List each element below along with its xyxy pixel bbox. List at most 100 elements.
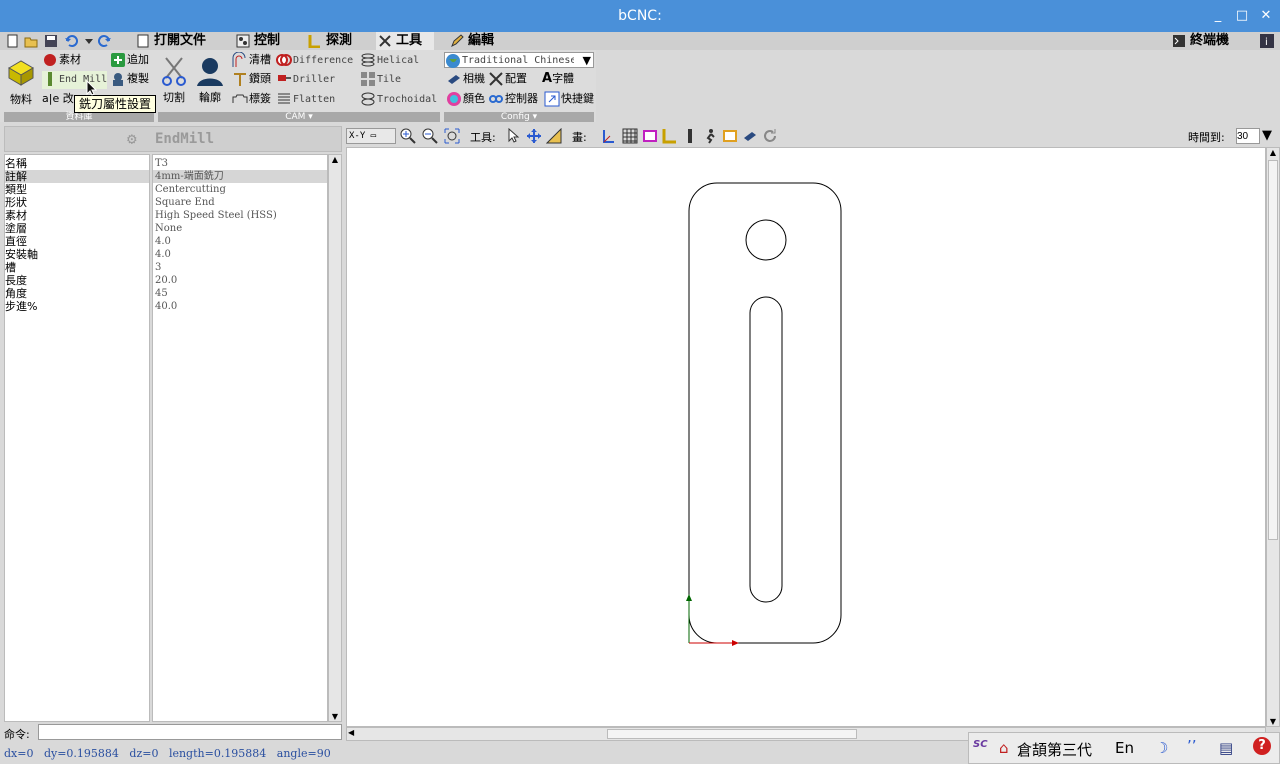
tabs-button[interactable]: 標簽 [232, 91, 271, 109]
grid-icon[interactable] [622, 128, 638, 144]
property-name[interactable]: 形狀 [5, 196, 149, 209]
select-cursor-icon[interactable] [506, 128, 522, 144]
property-name[interactable]: 角度 [5, 287, 149, 300]
keyboard-icon[interactable]: ▤ [1219, 739, 1233, 757]
drawing-canvas[interactable] [346, 147, 1266, 727]
property-value[interactable]: 4.0 [153, 235, 327, 248]
property-value[interactable]: 40.0 [153, 300, 327, 313]
camera-view-icon[interactable] [742, 128, 758, 144]
pocket-button[interactable]: 清槽 [232, 52, 271, 70]
open-folder-icon[interactable] [24, 34, 38, 48]
zoom-in-icon[interactable] [400, 128, 416, 144]
font-button[interactable]: A字體 [542, 71, 574, 89]
tab-control[interactable]: 控制 [234, 32, 280, 50]
canvas-scroll-down-icon[interactable]: ▼ [1267, 717, 1279, 726]
property-value[interactable]: 4mm-端面銑刀 [153, 170, 327, 183]
tab-terminal[interactable]: 終端機 [1170, 32, 1229, 50]
copy-button[interactable]: 複製 [110, 71, 149, 89]
close-button[interactable]: ✕ [1256, 6, 1276, 26]
difference-button[interactable]: Difference [276, 52, 353, 70]
add-button[interactable]: 追加 [110, 52, 149, 70]
cut-button[interactable]: 切割 [160, 56, 188, 108]
canvas-vscroll-thumb[interactable] [1268, 160, 1278, 540]
undo-icon[interactable] [64, 34, 78, 48]
command-input[interactable] [38, 724, 342, 740]
tab-tools[interactable]: 工具 [376, 32, 434, 50]
maximize-button[interactable]: □ [1232, 6, 1252, 26]
property-value[interactable]: Square End [153, 196, 327, 209]
property-value[interactable]: None [153, 222, 327, 235]
property-value[interactable]: 4.0 [153, 248, 327, 261]
pan-move-icon[interactable] [526, 128, 542, 144]
property-value[interactable]: 45 [153, 287, 327, 300]
property-name[interactable]: 步進% [5, 300, 149, 313]
ime-name[interactable]: 倉頡第三代 [1017, 739, 1092, 760]
scim-logo-icon[interactable]: SC [973, 739, 988, 750]
controller-button[interactable]: 控制器 [488, 91, 538, 109]
camera-button[interactable]: 相機 [446, 71, 485, 89]
group-cam[interactable]: CAM ▾ [158, 112, 440, 122]
workarea-icon[interactable] [722, 128, 738, 144]
property-value[interactable]: Centercutting [153, 183, 327, 196]
color-button[interactable]: 顏色 [446, 91, 485, 109]
view-select[interactable]: X-Y ▭ [346, 128, 396, 144]
property-name[interactable]: 類型 [5, 183, 149, 196]
canvas-scroll-up-icon[interactable]: ▲ [1267, 148, 1279, 157]
property-name[interactable]: 長度 [5, 274, 149, 287]
tab-edit[interactable]: 編輯 [448, 32, 494, 50]
stock-big-button[interactable]: 物料 [4, 56, 38, 108]
zoom-out-icon[interactable] [422, 128, 438, 144]
property-value[interactable]: High Speed Steel (HSS) [153, 209, 327, 222]
tool-icon[interactable] [682, 128, 698, 144]
ime-lang[interactable]: En [1115, 739, 1134, 757]
canvas-hscroll-thumb[interactable] [607, 729, 857, 739]
trochoidal-button[interactable]: Trochoidal [360, 91, 437, 109]
property-name[interactable]: 塗層 [5, 222, 149, 235]
zoom-fit-icon[interactable] [444, 128, 460, 144]
group-config[interactable]: Config ▾ [444, 112, 594, 122]
timeout-dropdown-icon[interactable]: ▼ [1262, 128, 1272, 143]
rename-button[interactable]: a|e 改 [42, 91, 74, 109]
property-scrollbar[interactable]: ▲ ▼ [328, 154, 342, 722]
undo-list-icon[interactable] [82, 34, 96, 48]
scroll-up-icon[interactable]: ▲ [329, 155, 341, 164]
info-icon[interactable]: i [1260, 34, 1274, 48]
property-value[interactable]: 20.0 [153, 274, 327, 287]
shortcut-button[interactable]: 快捷鍵 [544, 91, 594, 109]
drill-button[interactable]: 鑽頭 [232, 71, 271, 89]
tile-button[interactable]: Tile [360, 71, 401, 89]
redraw-icon[interactable] [762, 128, 778, 144]
axes-icon[interactable] [600, 128, 616, 144]
canvas-scroll-left-icon[interactable]: ◀ [348, 728, 354, 737]
property-name[interactable]: 槽 [5, 261, 149, 274]
save-icon[interactable] [44, 34, 58, 48]
settings-button[interactable]: 配置 [488, 71, 527, 89]
flatten-button[interactable]: Flatten [276, 91, 335, 109]
new-file-icon[interactable] [6, 34, 20, 48]
stock-button[interactable]: 素材 [42, 52, 81, 70]
property-name[interactable]: 安裝軸 [5, 248, 149, 261]
tab-file[interactable]: 打開文件 [134, 32, 206, 50]
scroll-down-icon[interactable]: ▼ [329, 712, 341, 721]
property-name[interactable]: 素材 [5, 209, 149, 222]
minimize-button[interactable]: _ [1208, 6, 1228, 26]
half-width-moon-icon[interactable]: ☽ [1155, 739, 1168, 757]
language-select[interactable]: Traditional Chinese ▼ [444, 52, 594, 68]
timeout-input[interactable] [1236, 128, 1260, 144]
chevron-down-icon[interactable]: ▼ [583, 53, 591, 69]
helical-button[interactable]: Helical [360, 52, 419, 70]
ruler-icon[interactable] [546, 128, 562, 144]
tab-probe[interactable]: 探測 [306, 32, 352, 50]
property-name[interactable]: 直徑 [5, 235, 149, 248]
property-value[interactable]: T3 [153, 157, 327, 170]
margins-icon[interactable] [642, 128, 658, 144]
driller-button[interactable]: Driller [276, 71, 335, 89]
property-name[interactable]: 註解 [5, 170, 149, 183]
probe-grid-icon[interactable] [662, 128, 678, 144]
punctuation-icon[interactable]: ’’ [1187, 737, 1197, 755]
help-icon[interactable]: ? [1253, 737, 1271, 755]
property-name[interactable]: 名稱 [5, 157, 149, 170]
rapid-motion-icon[interactable] [702, 128, 718, 144]
profile-button[interactable]: 輪廓 [194, 56, 226, 108]
property-value[interactable]: 3 [153, 261, 327, 274]
